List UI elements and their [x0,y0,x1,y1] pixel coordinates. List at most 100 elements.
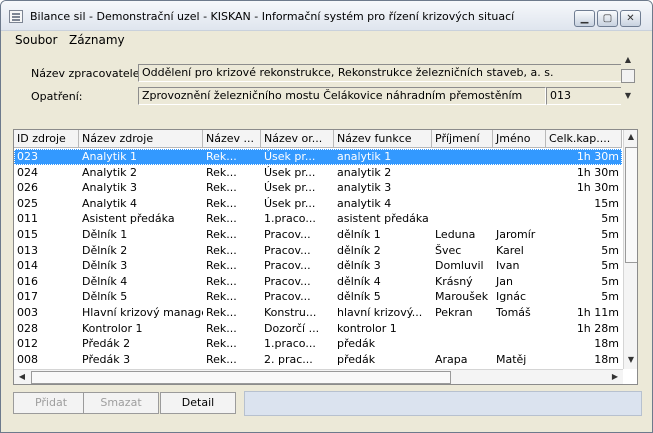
table-cell: 003 [17,306,38,319]
column-header[interactable]: Název ... [203,130,261,148]
table-horizontal-scrollbar[interactable]: ◀ ▶ [14,369,623,384]
table-cell [432,321,493,337]
table-cell: Rek... [206,337,237,351]
column-header[interactable]: Název funkce [334,130,432,148]
title-bar[interactable]: Bilance sil - Demonstrační uzel - KISKAN… [1,1,652,31]
table-hscroll-thumb[interactable] [31,371,451,384]
table-cell [432,180,493,196]
info-vertical-scrollbar[interactable]: ▲ ▼ [621,55,635,107]
table-cell: 5m [601,228,619,241]
scroll-left-icon[interactable]: ◀ [15,372,29,381]
table-cell: Leduna [435,228,476,241]
table-row[interactable]: 012 Předák 2 Rek... 1.praco... předák 18m [14,336,622,352]
table-cell: asistent předáka [337,212,429,226]
table-cell: 5m [601,259,619,273]
table-cell: Pekran [435,306,473,319]
table-cell: 18m [594,337,619,351]
table-row[interactable]: 008 Předák 3 Rek... 2. prac... předák Arapa Ma… [14,352,622,368]
table-row[interactable]: 028 Kontrolor 1 Rek... Dozorčí ... kontrolor… [14,321,622,337]
table-cell: Rek... [206,321,237,335]
table-row[interactable]: 014 Dělník 3 Rek... Pracov... dělník 3 Domluv… [14,258,622,274]
table-cell [493,321,546,337]
scroll-right-icon[interactable]: ▶ [608,372,622,381]
table-row[interactable]: 011 Asistent předáka Rek... 1.praco... asist… [14,211,622,227]
measure-field[interactable]: Zprovoznění železničního mostu Čelákovic… [138,87,546,105]
table-cell: Asistent předáka [82,212,175,226]
scroll-down-icon[interactable]: ▼ [621,91,635,100]
info-scroll-thumb[interactable] [621,69,635,83]
table-cell: Jan [496,274,513,288]
table-cell: Dělník 1 [82,228,128,241]
table-row[interactable]: 016 Dělník 4 Rek... Pracov... dělník 4 Krásný… [14,274,622,290]
column-header[interactable]: ID zdroje [14,130,79,148]
table-cell: 15m [594,196,619,210]
column-header[interactable]: Celk.kap.... [546,130,622,148]
table-cell: Kontrolor 1 [82,321,143,335]
table-cell: Krásný [435,274,473,288]
menu-zaznamy[interactable]: Záznamy [69,33,125,47]
table-cell: 1h 28m [576,321,619,335]
scroll-up-icon[interactable]: ▲ [624,132,637,141]
table-cell: Dělník 2 [82,243,128,257]
measure-code-field[interactable]: 013 [546,87,623,105]
app-icon [9,10,23,23]
table-cell: analytik 1 [337,150,392,163]
table-cell: Rek... [206,259,237,273]
table-cell: Rek... [206,212,237,226]
table-vertical-scrollbar[interactable]: ▲ ▼ [623,130,637,369]
table-cell: 015 [17,228,38,241]
add-button[interactable]: Přidat [13,392,89,414]
table-cell: Maroušek [435,290,489,304]
table-cell: Analytik 2 [82,165,138,179]
detail-button[interactable]: Detail [160,392,236,414]
column-header[interactable]: Příjmení [432,130,493,148]
table-cell: 017 [17,290,38,304]
processor-label: Název zpracovatele: [31,67,144,80]
table-row[interactable]: 013 Dělník 2 Rek... Pracov... dělník 2 Švec Ka… [14,243,622,259]
table-cell [493,149,546,165]
delete-button[interactable]: Smazat [83,392,159,414]
menu-bar: Soubor Záznamy [1,31,652,50]
table-cell: 014 [17,259,38,273]
column-header[interactable]: Jméno [493,130,546,148]
table-cell: Rek... [206,228,237,241]
table-row[interactable]: 025 Analytik 4 Rek... Úsek pr... analytik 4 1… [14,196,622,212]
table-header: ID zdroje Název zdroje Název ... Název or..… [14,130,622,148]
table-cell [493,180,546,196]
table-row[interactable]: 023 Analytik 1 Rek... Úsek pr... analytik 1 1… [14,149,622,165]
scroll-up-icon[interactable]: ▲ [621,55,635,64]
table-row[interactable]: 017 Dělník 5 Rek... Pracov... dělník 5 Marouš… [14,289,622,305]
table-cell: 028 [17,321,38,335]
table-row[interactable]: 003 Hlavní krizový manager Rek... Konstru..… [14,305,622,321]
table-cell: 012 [17,337,38,351]
table-cell: 5m [601,212,619,226]
maximize-button[interactable]: ▢ [597,10,618,27]
table-cell: analytik 2 [337,165,392,179]
table-vscroll-thumb[interactable] [625,147,637,263]
table-cell: Pracov... [264,259,311,273]
table-cell: Rek... [206,243,237,257]
table-cell: dělník 2 [337,243,381,257]
close-button[interactable]: ✕ [620,10,641,27]
table-cell: 5m [601,243,619,257]
table-row[interactable]: 024 Analytik 2 Rek... Úsek pr... analytik 2 1… [14,165,622,181]
table-cell: dělník 5 [337,290,381,304]
processor-field[interactable]: Oddělení pro krizové rekonstrukce, Rekon… [138,64,623,82]
column-header[interactable]: Název or... [261,130,334,148]
table-cell: Rek... [206,352,237,366]
table-cell [493,165,546,181]
table-cell: dělník 3 [337,259,381,273]
scroll-down-icon[interactable]: ▼ [624,355,637,364]
table-row[interactable]: 026 Analytik 3 Rek... Úsek pr... analytik 3 1… [14,180,622,196]
table-cell: hlavní krizový... [337,306,423,319]
menu-soubor[interactable]: Soubor [15,33,57,47]
table-cell: kontrolor 1 [337,321,397,335]
column-header[interactable]: Název zdroje [79,130,203,148]
table-cell: Úsek pr... [264,181,316,195]
minimize-button[interactable]: ▁ [574,10,595,27]
table-cell: Dozorčí ... [264,321,320,335]
table-cell: 016 [17,274,38,288]
resource-table: ID zdroje Název zdroje Název ... Název or..… [13,129,638,385]
table-cell: Pracov... [264,243,311,257]
table-row[interactable]: 015 Dělník 1 Rek... Pracov... dělník 1 Leduna… [14,227,622,243]
